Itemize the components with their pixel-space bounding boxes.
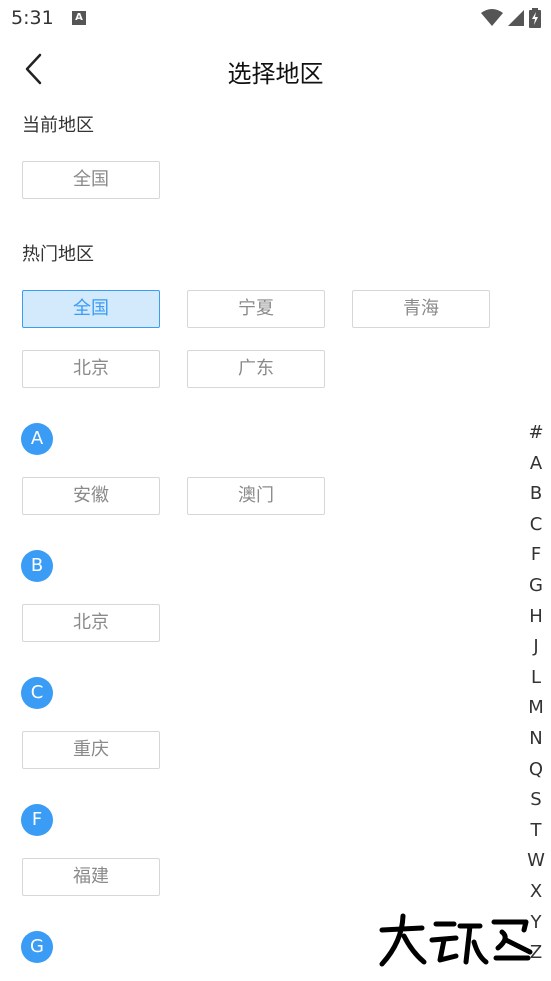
index-letter[interactable]: B <box>526 479 546 510</box>
hot-region-chip[interactable]: 广东 <box>187 350 325 388</box>
index-letter[interactable]: X <box>526 877 546 908</box>
hot-region-chip[interactable]: 北京 <box>22 350 160 388</box>
region-chip[interactable]: 安徽 <box>22 477 160 515</box>
status-icons <box>481 8 541 28</box>
status-time: 5:31 <box>11 7 54 29</box>
hot-region-chip[interactable]: 青海 <box>352 290 490 328</box>
page-title: 选择地区 <box>227 60 324 88</box>
hot-region-chip[interactable]: 宁夏 <box>187 290 325 328</box>
section-letter-badge: C <box>21 677 53 709</box>
status-bar: 5:31 A <box>0 0 551 36</box>
battery-charging-icon <box>529 8 541 28</box>
section-letter-badge: A <box>21 423 53 455</box>
index-letter[interactable]: L <box>526 663 546 694</box>
index-letter[interactable]: # <box>526 418 546 449</box>
index-letter[interactable]: S <box>526 785 546 816</box>
index-letter[interactable]: H <box>526 602 546 633</box>
current-region-label: 当前地区 <box>22 115 94 136</box>
wifi-icon <box>481 9 503 26</box>
cell-signal-icon <box>508 10 524 26</box>
alphabet-index[interactable]: # A B C F G H J L M N Q S T W X Y Z <box>526 418 546 969</box>
index-letter[interactable]: J <box>526 632 546 663</box>
index-letter[interactable]: Q <box>526 755 546 786</box>
region-chip[interactable]: 澳门 <box>187 477 325 515</box>
index-letter[interactable]: G <box>526 571 546 602</box>
index-letter[interactable]: W <box>526 846 546 877</box>
index-letter[interactable]: A <box>526 449 546 480</box>
watermark-logo <box>379 913 533 967</box>
hot-regions-label: 热门地区 <box>22 244 94 265</box>
index-letter[interactable]: T <box>526 816 546 847</box>
header: 选择地区 <box>0 40 551 100</box>
section-letter-badge: G <box>21 931 53 963</box>
region-chip[interactable]: 福建 <box>22 858 160 896</box>
index-letter[interactable]: F <box>526 540 546 571</box>
hot-region-chip[interactable]: 全国 <box>22 290 160 328</box>
notification-icon: A <box>72 11 86 25</box>
index-letter[interactable]: C <box>526 510 546 541</box>
index-letter[interactable]: M <box>526 693 546 724</box>
index-letter[interactable]: N <box>526 724 546 755</box>
section-letter-badge: B <box>21 550 53 582</box>
region-chip[interactable]: 北京 <box>22 604 160 642</box>
region-chip[interactable]: 重庆 <box>22 731 160 769</box>
section-letter-badge: F <box>21 804 53 836</box>
current-region-chip[interactable]: 全国 <box>22 161 160 199</box>
